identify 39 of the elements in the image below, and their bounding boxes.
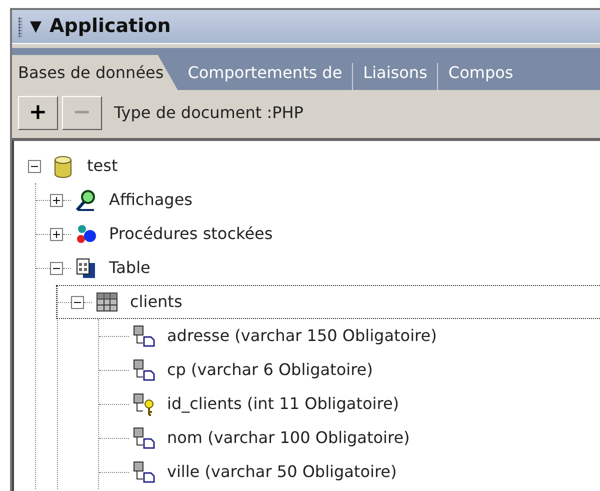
table-stack-icon <box>75 256 97 280</box>
tree-row[interactable]: id_clients (int 11 Obligatoire) <box>99 387 600 421</box>
tree-row[interactable]: cp (varchar 6 Obligatoire) <box>99 353 600 387</box>
panel-title: Application <box>50 14 171 40</box>
tree-row[interactable]: clients <box>56 285 600 319</box>
expand-icon[interactable] <box>50 194 63 206</box>
tree-row[interactable]: Table <box>36 251 600 285</box>
collapse-icon[interactable] <box>28 160 41 172</box>
tab[interactable]: Bases de données <box>12 54 178 90</box>
tree-label: id_clients (int 11 Obligatoire) <box>167 393 400 415</box>
key-icon <box>133 392 155 416</box>
document-type-label: Type de document :PHP <box>114 102 304 124</box>
tree-row[interactable]: Affichages <box>36 183 600 217</box>
tree-row[interactable]: ville (varchar 50 Obligatoire) <box>99 455 600 489</box>
tree-label: clients <box>130 291 182 313</box>
gears-icon <box>75 222 97 246</box>
tree-label: cp (varchar 6 Obligatoire) <box>167 359 373 381</box>
collapse-toggle[interactable]: ▼ <box>30 15 42 38</box>
tree-label: nom (varchar 100 Obligatoire) <box>167 427 410 449</box>
tree-label: Affichages <box>109 189 192 211</box>
tree-label: test <box>87 155 118 177</box>
tree-row[interactable]: nom (varchar 100 Obligatoire) <box>99 421 600 455</box>
expand-icon[interactable] <box>50 228 63 240</box>
column-icon <box>133 358 155 382</box>
tree-label: Table <box>109 257 150 279</box>
collapse-icon[interactable] <box>50 262 63 274</box>
column-icon <box>133 460 155 484</box>
column-icon <box>133 426 155 450</box>
tree-row[interactable]: Procédures stockées <box>36 217 600 251</box>
tree-row[interactable]: adresse (varchar 150 Obligatoire) <box>99 319 600 353</box>
magnifier-icon <box>75 188 97 212</box>
add-button[interactable]: + <box>18 96 58 130</box>
column-icon <box>133 324 155 348</box>
grid-icon <box>96 290 118 314</box>
tree-row[interactable]: test <box>14 149 600 183</box>
tree-label: ville (varchar 50 Obligatoire) <box>167 461 397 483</box>
tree-label: adresse (varchar 150 Obligatoire) <box>167 325 437 347</box>
tree-label: Procédures stockées <box>109 223 273 245</box>
collapse-icon[interactable] <box>71 296 84 308</box>
